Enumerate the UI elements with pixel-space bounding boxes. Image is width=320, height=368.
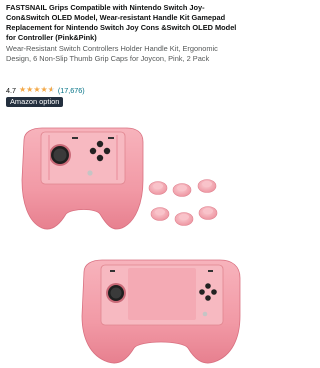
thumb-cap-icon [148, 181, 168, 195]
half-star-icon: ★ [48, 86, 55, 95]
thumb-cap-icon [198, 206, 218, 220]
thumb-cap-icon [172, 183, 192, 197]
thumb-cap-icon [174, 212, 194, 226]
thumb-cap-icon [150, 207, 170, 221]
star-rating[interactable]: ★ ★ ★ ★ ★ [19, 85, 55, 95]
product-title[interactable]: FASTSNAIL Grips Compatible with Nintendo… [6, 3, 244, 43]
star-icon: ★ [19, 85, 27, 94]
product-subtitle: Wear-Resistant Switch Controllers Holder… [6, 44, 218, 63]
rating-row[interactable]: 4.7 ★ ★ ★ ★ ★ (17,676) [6, 85, 85, 95]
star-icon: ★ [33, 85, 41, 94]
star-icon: ★ [26, 85, 34, 94]
grip-icon [21, 127, 144, 230]
thumb-cap-icon [197, 179, 217, 193]
grip-icon [81, 259, 241, 364]
product-image[interactable] [0, 110, 250, 368]
rating-value: 4.7 [6, 85, 16, 95]
product-photo [21, 127, 241, 364]
amazon-option-badge: Amazon option [6, 97, 64, 107]
product-listing: FASTSNAIL Grips Compatible with Nintendo… [0, 0, 250, 368]
review-count-link[interactable]: (17,676) [58, 86, 85, 95]
star-icon: ★ [40, 85, 48, 94]
